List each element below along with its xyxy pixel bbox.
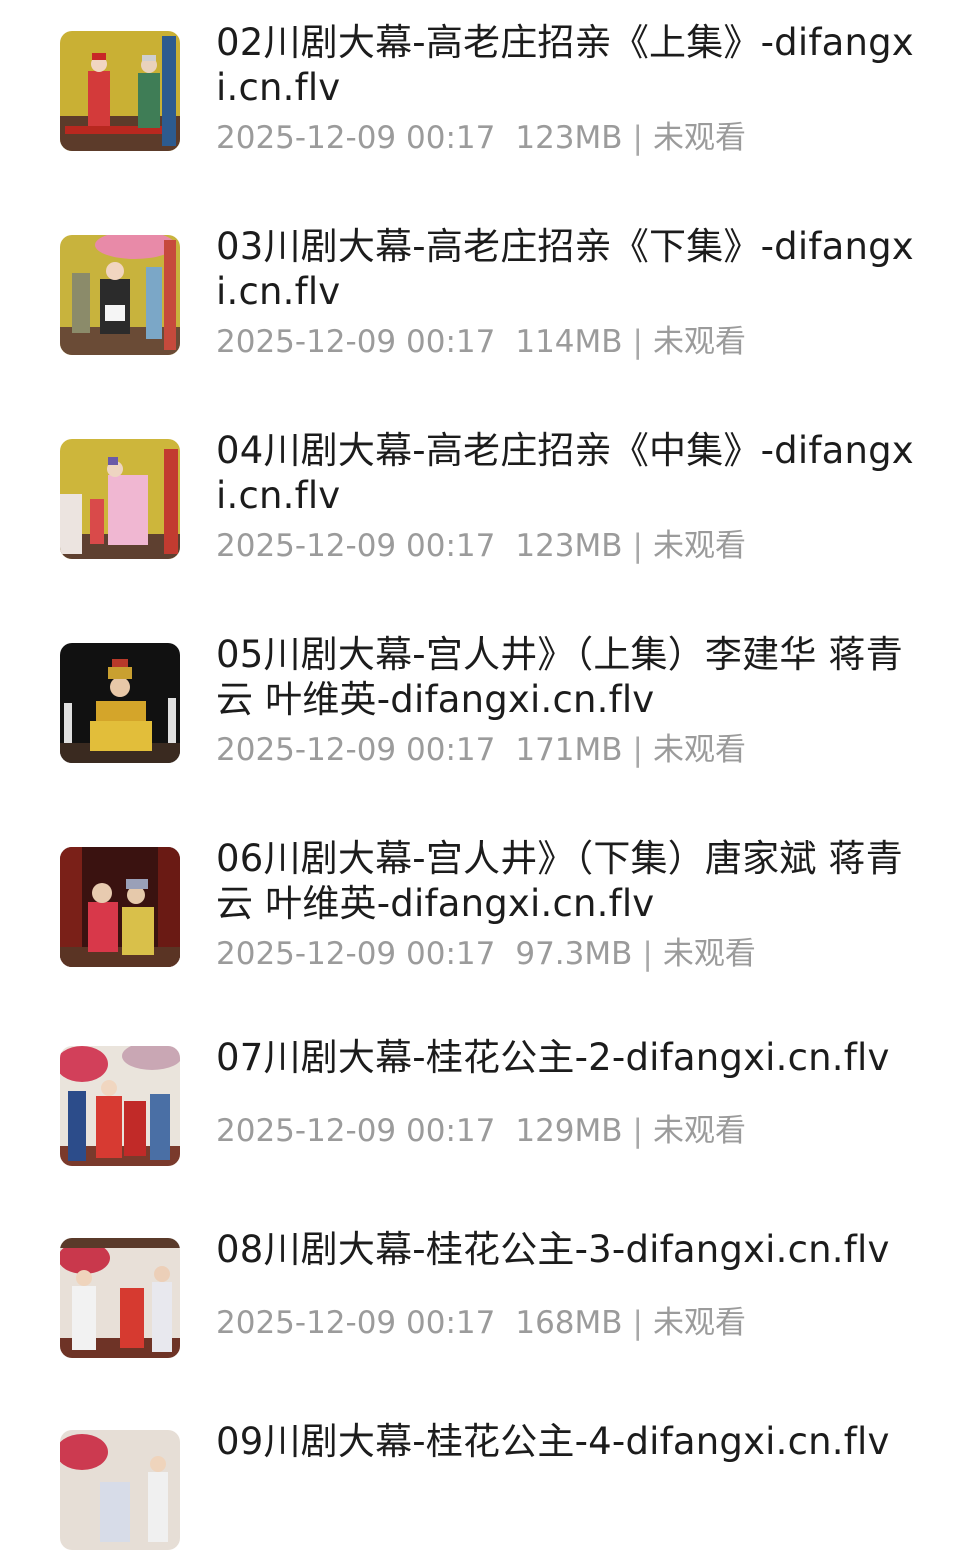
meta-separator: | xyxy=(632,732,643,768)
file-title[interactable]: 03川剧大幕-高老庄招亲《下集》-difangxi.cn.flv xyxy=(216,224,928,314)
list-item[interactable]: 05川剧大幕-宫人井》（上集）李建华 蒋青云 叶维英-difangxi.cn.f… xyxy=(0,612,979,816)
meta-separator: | xyxy=(642,936,653,972)
watch-status: 未观看 xyxy=(653,732,746,768)
video-thumbnail[interactable] xyxy=(60,847,180,967)
file-title[interactable]: 09川剧大幕-桂花公主-4-difangxi.cn.flv xyxy=(216,1419,928,1464)
file-title[interactable]: 08川剧大幕-桂花公主-3-difangxi.cn.flv xyxy=(216,1227,928,1272)
video-thumbnail[interactable] xyxy=(60,1238,180,1358)
video-file-list: 02川剧大幕-高老庄招亲《上集》-difangxi.cn.flv 2025-12… xyxy=(0,0,979,1550)
list-item[interactable]: 08川剧大幕-桂花公主-3-difangxi.cn.flv 2025-12-09… xyxy=(0,1207,979,1399)
meta-separator: | xyxy=(632,324,643,360)
file-date: 2025-12-09 00:17 xyxy=(216,1113,496,1149)
list-item[interactable]: 03川剧大幕-高老庄招亲《下集》-difangxi.cn.flv 2025-12… xyxy=(0,204,979,408)
file-date: 2025-12-09 00:17 xyxy=(216,936,496,972)
file-title[interactable]: 06川剧大幕-宫人井》（下集）唐家斌 蒋青云 叶维英-difangxi.cn.f… xyxy=(216,836,928,926)
watch-status: 未观看 xyxy=(662,936,756,972)
list-item[interactable]: 09川剧大幕-桂花公主-4-difangxi.cn.flv xyxy=(0,1399,979,1550)
video-thumbnail[interactable] xyxy=(60,1046,180,1166)
video-thumbnail[interactable] xyxy=(60,31,180,151)
list-item[interactable]: 04川剧大幕-高老庄招亲《中集》-difangxi.cn.flv 2025-12… xyxy=(0,408,979,612)
video-thumbnail[interactable] xyxy=(60,235,180,355)
file-meta: 2025-12-09 00:17 168MB | 未观看 xyxy=(216,1303,746,1343)
file-title[interactable]: 07川剧大幕-桂花公主-2-difangxi.cn.flv xyxy=(216,1035,928,1080)
video-thumbnail[interactable] xyxy=(60,1430,180,1550)
file-size: 114MB xyxy=(515,324,623,360)
watch-status: 未观看 xyxy=(653,528,746,564)
file-meta: 2025-12-09 00:17 114MB | 未观看 xyxy=(216,322,746,362)
meta-separator: | xyxy=(632,1113,643,1149)
file-size: 168MB xyxy=(515,1305,623,1341)
meta-separator: | xyxy=(632,1305,643,1341)
watch-status: 未观看 xyxy=(653,1305,746,1341)
file-date: 2025-12-09 00:17 xyxy=(216,120,496,156)
file-title[interactable]: 05川剧大幕-宫人井》（上集）李建华 蒋青云 叶维英-difangxi.cn.f… xyxy=(216,632,928,722)
watch-status: 未观看 xyxy=(653,324,746,360)
file-size: 129MB xyxy=(515,1113,623,1149)
file-size: 123MB xyxy=(515,528,623,564)
file-size: 171MB xyxy=(515,732,623,768)
file-title[interactable]: 02川剧大幕-高老庄招亲《上集》-difangxi.cn.flv xyxy=(216,20,928,110)
list-item[interactable]: 07川剧大幕-桂花公主-2-difangxi.cn.flv 2025-12-09… xyxy=(0,1015,979,1207)
watch-status: 未观看 xyxy=(653,120,746,156)
file-date: 2025-12-09 00:17 xyxy=(216,324,496,360)
video-thumbnail[interactable] xyxy=(60,643,180,763)
meta-separator: | xyxy=(632,528,643,564)
file-size: 97.3MB xyxy=(515,936,633,972)
watch-status: 未观看 xyxy=(653,1113,746,1149)
file-date: 2025-12-09 00:17 xyxy=(216,1305,496,1341)
file-title[interactable]: 04川剧大幕-高老庄招亲《中集》-difangxi.cn.flv xyxy=(216,428,928,518)
list-item[interactable]: 06川剧大幕-宫人井》（下集）唐家斌 蒋青云 叶维英-difangxi.cn.f… xyxy=(0,816,979,1020)
file-meta: 2025-12-09 00:17 97.3MB | 未观看 xyxy=(216,934,756,974)
file-meta: 2025-12-09 00:17 171MB | 未观看 xyxy=(216,730,746,770)
file-date: 2025-12-09 00:17 xyxy=(216,528,496,564)
file-meta: 2025-12-09 00:17 123MB | 未观看 xyxy=(216,118,746,158)
file-date: 2025-12-09 00:17 xyxy=(216,732,496,768)
list-item[interactable]: 02川剧大幕-高老庄招亲《上集》-difangxi.cn.flv 2025-12… xyxy=(0,0,979,204)
video-thumbnail[interactable] xyxy=(60,439,180,559)
file-size: 123MB xyxy=(515,120,623,156)
file-meta: 2025-12-09 00:17 129MB | 未观看 xyxy=(216,1111,746,1151)
meta-separator: | xyxy=(632,120,643,156)
file-meta: 2025-12-09 00:17 123MB | 未观看 xyxy=(216,526,746,566)
